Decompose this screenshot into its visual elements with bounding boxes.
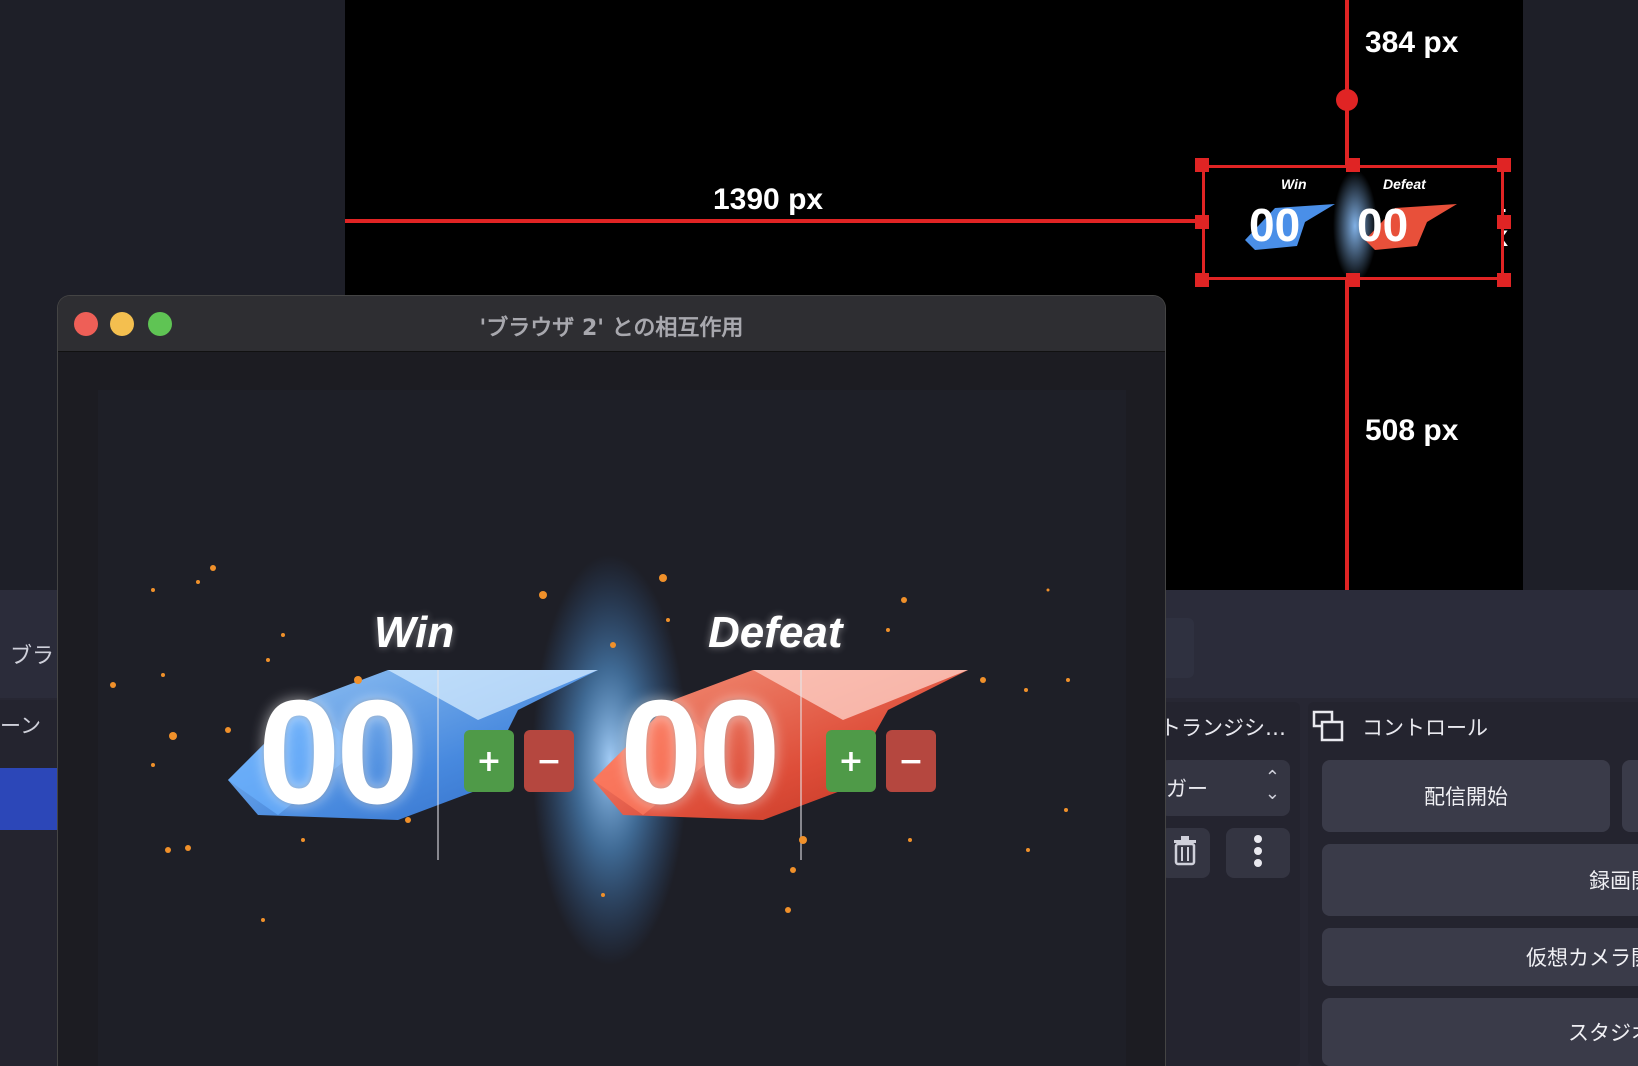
- studio-mode-button[interactable]: スタジオ: [1322, 998, 1638, 1066]
- defeat-label: Defeat: [708, 608, 843, 657]
- window-titlebar[interactable]: 'ブラウザ 2' との相互作用: [58, 296, 1165, 352]
- resize-handle-br[interactable]: [1497, 273, 1511, 287]
- dim-top-label: 384 px: [1365, 26, 1459, 59]
- win-label: Win: [374, 608, 455, 657]
- win-plus-button[interactable]: +: [464, 730, 514, 792]
- trash-icon: [1172, 836, 1198, 870]
- dim-bottom-label: 508 px: [1365, 414, 1459, 447]
- resize-handle-ml[interactable]: [1195, 215, 1209, 229]
- start-virtual-camera-label: 仮想カメラ開: [1526, 946, 1638, 970]
- guide-left-line: [345, 219, 1200, 223]
- scenes-panel: [0, 700, 62, 1066]
- transitions-panel: トランジシ… ガー ⌃ ⌄: [1160, 702, 1300, 1066]
- dim-left-label: 1390 px: [713, 183, 824, 216]
- guide-bottom-line: [1345, 280, 1349, 590]
- resize-handle-tl[interactable]: [1195, 158, 1209, 172]
- mini-defeat-label: Defeat: [1383, 176, 1426, 192]
- resize-handle-mr[interactable]: [1497, 215, 1511, 229]
- defeat-count: 00: [620, 670, 781, 835]
- win-minus-button[interactable]: −: [524, 730, 574, 792]
- chevron-updown-icon: ⌃ ⌄: [1264, 767, 1280, 804]
- start-recording-label: 録画開: [1589, 869, 1638, 893]
- controls-title: コントロール: [1362, 716, 1488, 740]
- defeat-minus-button[interactable]: −: [886, 730, 936, 792]
- resize-handle-bm[interactable]: [1346, 273, 1360, 287]
- browser-interaction-window: 'ブラウザ 2' との相互作用 Win Defeat 00 00 + − + −: [58, 296, 1165, 1066]
- window-title: 'ブラウザ 2' との相互作用: [479, 316, 744, 341]
- resize-handle-bl[interactable]: [1195, 273, 1209, 287]
- more-vertical-icon: [1253, 834, 1263, 872]
- transitions-title: トランジシ…: [1160, 716, 1286, 740]
- controls-dock-icon: [1312, 710, 1344, 746]
- mini-win-label: Win: [1281, 176, 1307, 192]
- mini-win-value: 00: [1249, 199, 1301, 251]
- rotation-handle[interactable]: [1336, 89, 1358, 111]
- resize-handle-tm[interactable]: [1346, 158, 1360, 172]
- mini-defeat-value: 00: [1357, 199, 1409, 251]
- delete-transition-button[interactable]: [1160, 828, 1210, 878]
- transition-more-button[interactable]: [1226, 828, 1290, 878]
- counter-background-art: [110, 555, 1070, 965]
- transition-select[interactable]: ガー ⌃ ⌄: [1160, 760, 1290, 816]
- resize-handle-tr[interactable]: [1497, 158, 1511, 172]
- selected-scene-item[interactable]: [0, 768, 58, 830]
- defeat-plus-button[interactable]: +: [826, 730, 876, 792]
- win-count: 00: [258, 670, 419, 835]
- browser-source-content[interactable]: Win Defeat 00 00 + − + −: [98, 390, 1126, 1066]
- start-recording-button[interactable]: 録画開: [1322, 844, 1638, 916]
- start-virtual-camera-button[interactable]: 仮想カメラ開: [1322, 928, 1638, 986]
- studio-mode-label: スタジオ: [1568, 1021, 1638, 1045]
- source-selection-box[interactable]: Win Defeat 00 00: [1202, 165, 1504, 280]
- source-name-partial: ブラ: [10, 644, 55, 669]
- start-streaming-button[interactable]: 配信開始: [1322, 760, 1610, 832]
- transition-select-value: ガー: [1166, 777, 1208, 801]
- stream-settings-button[interactable]: [1622, 760, 1638, 832]
- guide-top-line: [1345, 0, 1349, 165]
- controls-panel: コントロール 配信開始 録画開 仮想カメラ開 スタジオ: [1308, 702, 1638, 1066]
- scenes-header-partial: ーン: [0, 714, 41, 738]
